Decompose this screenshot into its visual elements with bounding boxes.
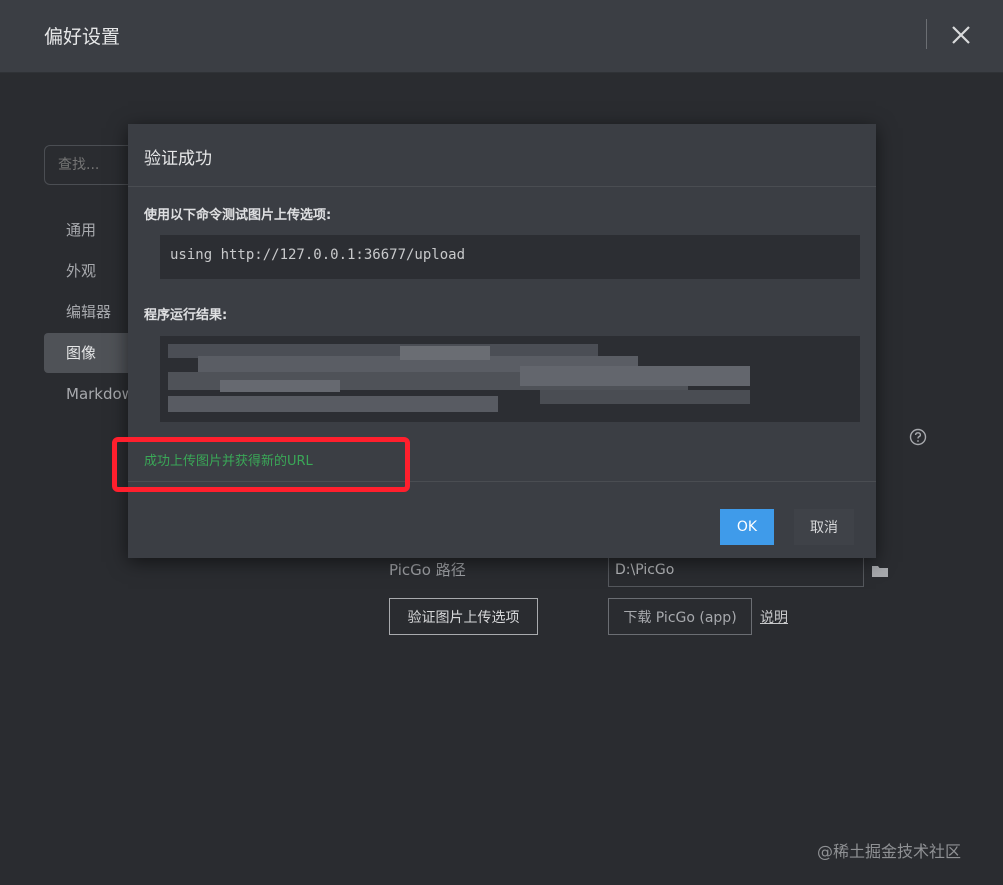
result-box-pixelated — [160, 336, 860, 422]
command-label: 使用以下命令测试图片上传选项: — [144, 208, 332, 223]
verify-upload-button[interactable]: 验证图片上传选项 — [389, 598, 538, 635]
folder-icon[interactable] — [872, 563, 888, 577]
help-icon[interactable] — [909, 428, 927, 446]
picgo-path-label: PicGo 路径 — [389, 561, 466, 579]
window-title: 偏好设置 — [44, 26, 121, 48]
dialog-divider — [128, 186, 876, 187]
title-bar: 偏好设置 — [0, 0, 1003, 73]
verify-success-dialog: 验证成功 使用以下命令测试图片上传选项: using http://127.0.… — [128, 124, 876, 558]
watermark: @稀土掘金技术社区 — [817, 842, 962, 861]
command-text: using http://127.0.0.1:36677/upload — [170, 247, 466, 263]
title-divider — [926, 19, 927, 49]
red-highlight-box — [112, 437, 410, 492]
download-picgo-button[interactable]: 下载 PicGo (app) — [608, 598, 752, 635]
dialog-title: 验证成功 — [144, 149, 212, 169]
command-box: using http://127.0.0.1:36677/upload — [160, 235, 860, 279]
ok-button[interactable]: OK — [720, 509, 774, 545]
close-icon[interactable] — [946, 20, 976, 50]
result-label: 程序运行结果: — [144, 308, 228, 323]
picgo-path-field[interactable]: D:\PicGo — [608, 553, 864, 587]
explain-link[interactable]: 说明 — [760, 607, 788, 627]
cancel-button[interactable]: 取消 — [794, 509, 854, 545]
